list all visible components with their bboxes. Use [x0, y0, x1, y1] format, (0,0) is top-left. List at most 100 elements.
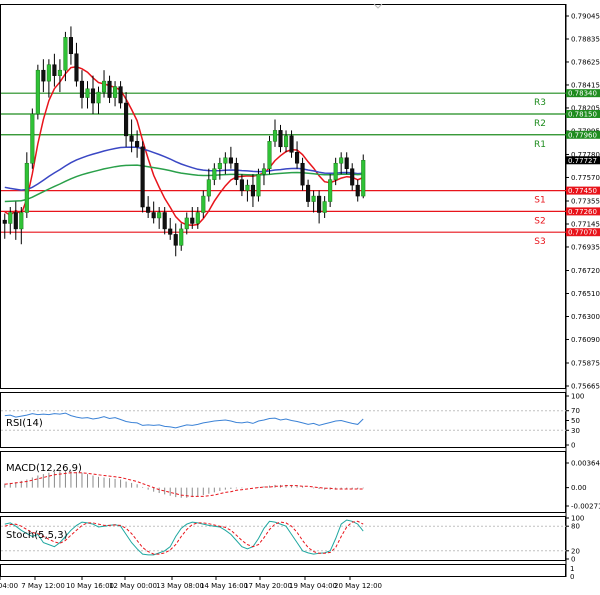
rsi-tick-label: 100 [571, 393, 584, 401]
level-label-r2: R2 [534, 119, 546, 129]
candle [30, 108, 35, 169]
candle-body [90, 88, 96, 104]
candle-body [146, 206, 151, 213]
level-label-r1: R1 [534, 140, 546, 150]
candle-body [272, 130, 278, 142]
blank-pane-axis: 1 0 [570, 565, 574, 581]
candle-body [179, 228, 184, 246]
candle-body [328, 179, 333, 202]
time-tick-label: 04:00 [0, 582, 18, 590]
candle-body [201, 195, 206, 213]
candle-body [24, 162, 29, 213]
candle-body [35, 69, 40, 115]
candle-body [283, 135, 289, 148]
candle-body [118, 86, 123, 104]
level-tag-r3: 0.78340 [568, 90, 597, 98]
candle-body [306, 184, 311, 202]
rsi-tick-label: 0 [571, 442, 575, 450]
candle-body [250, 184, 255, 197]
candle-body [350, 168, 355, 186]
price-tick-label: 0.78625 [571, 58, 600, 66]
candle-body [300, 162, 305, 186]
candle-body [212, 168, 217, 180]
candle-body [52, 64, 57, 76]
rsi-tick-label: 70 [571, 407, 580, 415]
stoch-tick-label: 80 [571, 523, 580, 531]
candle-body [333, 162, 338, 180]
candle-body [228, 157, 233, 164]
candle-body [234, 162, 239, 180]
svg-text:1: 1 [570, 565, 574, 573]
candle-body [184, 217, 189, 230]
candle-body [355, 184, 360, 197]
candle-body [68, 37, 73, 55]
current-price-tag: 0.77727 [568, 157, 597, 165]
candle-body [256, 173, 261, 197]
candle-body [107, 80, 112, 98]
forex-chart: R3 R2 R1 S1 S2 S3 0.79045 0.78835 0.78625 0.7841… [0, 0, 600, 595]
candle-body [206, 179, 211, 197]
candle-body [151, 212, 156, 219]
time-tick-label: 14 May 16:00 [200, 582, 248, 590]
level-label-s3: S3 [534, 237, 545, 247]
candle-body [195, 212, 200, 224]
price-tags: 0.78340 0.78150 0.77960 0.77450 0.77260 0.770… [566, 89, 600, 237]
candle-body [217, 162, 222, 169]
price-tick-label: 0.77355 [571, 198, 600, 206]
level-label-s2: S2 [534, 216, 545, 226]
candle-body [140, 146, 145, 208]
rsi-tick-label: 50 [571, 417, 580, 425]
price-tick-label: 0.76510 [571, 290, 600, 298]
candle-body [13, 212, 18, 230]
time-tick-label: 13 May 08:00 [156, 582, 204, 590]
price-tick-label: 0.77145 [571, 220, 600, 228]
time-tick-label: 20 May 12:00 [334, 582, 382, 590]
macd-label: MACD(12,26,9) [6, 463, 82, 474]
candle-body [223, 157, 228, 164]
candle-body [79, 80, 85, 98]
candle-body [46, 64, 51, 82]
candle-body [135, 141, 140, 148]
price-tick-label: 0.76720 [571, 267, 600, 275]
price-tick-label: 0.78835 [571, 35, 600, 43]
price-tick-label: 0.77570 [571, 174, 600, 182]
candle-body [239, 179, 244, 191]
candle-body [245, 184, 250, 191]
candle-body [295, 152, 300, 164]
stoch-tick-label: 100 [571, 515, 584, 523]
chart-background [0, 0, 600, 595]
time-tick-label: 7 May 12:00 [21, 582, 65, 590]
price-tick-label: 0.75875 [571, 360, 600, 368]
price-tick-label: 0.75665 [571, 383, 600, 391]
candle-body [19, 212, 24, 230]
candle-body [162, 212, 167, 230]
candle-body [317, 195, 322, 213]
candle-body [168, 228, 173, 235]
candle-body [113, 86, 118, 98]
stoch-tick-label: 20 [571, 547, 580, 555]
price-tick-label: 0.79045 [571, 13, 600, 21]
candle-body [124, 102, 129, 137]
time-tick-label: 19 May 04:00 [289, 582, 337, 590]
macd-tick-label: 0.00 [571, 484, 587, 492]
candle-body [63, 37, 68, 71]
macd-tick-label: 0.003643 [571, 460, 600, 468]
candle [140, 141, 145, 213]
candle-body [157, 212, 162, 219]
price-tick-label: 0.76935 [571, 243, 600, 251]
level-label-s1: S1 [534, 196, 545, 206]
rsi-label: RSI(14) [6, 418, 43, 429]
candle-body [57, 69, 62, 76]
rsi-tick-label: 30 [571, 427, 580, 435]
candle-body [278, 130, 283, 148]
time-tick-label: 10 May 16:00 [66, 582, 114, 590]
candle-body [2, 219, 7, 224]
candle-body [339, 157, 344, 164]
candle-body [289, 135, 294, 153]
time-tick-label: 17 May 20:00 [244, 582, 292, 590]
macd-tick-label: -0.002716 [571, 503, 600, 511]
level-label-r3: R3 [534, 98, 546, 108]
candle [35, 64, 40, 120]
candle-body [190, 217, 195, 224]
candle-body [173, 234, 178, 246]
